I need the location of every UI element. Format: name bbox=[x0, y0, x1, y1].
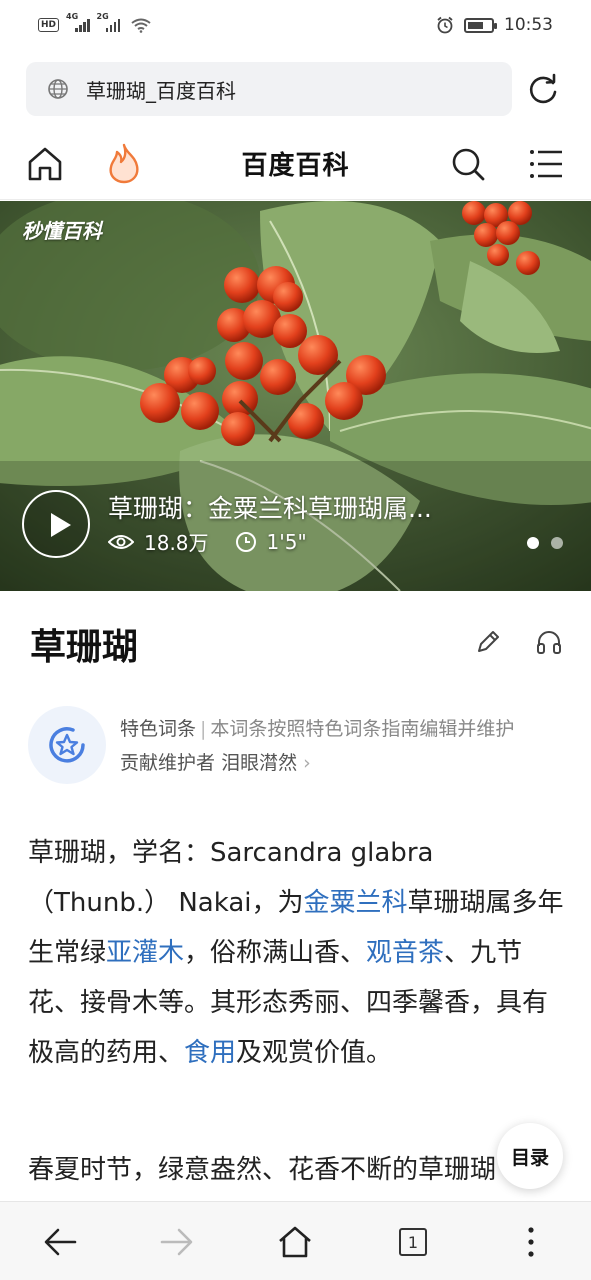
intro-text-5: 及观赏价值。 bbox=[236, 1038, 393, 1068]
toc-button[interactable]: 目录 bbox=[497, 1123, 563, 1189]
eye-icon bbox=[108, 534, 134, 549]
site-header: 百度百科 bbox=[0, 128, 591, 200]
video-title[interactable]: 草珊瑚：金粟兰科草珊瑚属... bbox=[108, 489, 488, 525]
tab-count: 1 bbox=[399, 1228, 427, 1256]
carousel-dot-2[interactable] bbox=[551, 537, 563, 549]
brand-watermark: 秒懂百科 bbox=[22, 219, 102, 243]
maintainer-name[interactable]: 泪眼潸然 bbox=[221, 752, 297, 774]
carousel-dot-1[interactable] bbox=[527, 537, 539, 549]
more-vertical-icon bbox=[528, 1227, 534, 1257]
signal-4g-icon: 4G bbox=[66, 12, 90, 32]
maintainer-line[interactable]: 贡献维护者 泪眼潸然 › bbox=[120, 748, 311, 775]
hd-badge: HD bbox=[38, 18, 60, 32]
search-icon[interactable] bbox=[450, 146, 486, 182]
video-duration: 1'5" bbox=[266, 529, 307, 554]
forward-button[interactable] bbox=[157, 1222, 197, 1262]
status-left: HD 4G 2G bbox=[38, 12, 152, 33]
status-time: 10:53 bbox=[504, 15, 553, 35]
play-button[interactable] bbox=[22, 490, 90, 558]
chevron-right-icon: › bbox=[303, 752, 311, 774]
link-yaguanmu[interactable]: 亚灌木 bbox=[106, 938, 184, 968]
network-2g-label: 2G bbox=[96, 12, 109, 21]
article-paragraph-2: 春夏时节，绿意盎然、花香不断的草珊瑚 bbox=[28, 1155, 497, 1185]
address-field[interactable]: 草珊瑚_百度百科 bbox=[26, 62, 512, 116]
hero-video[interactable]: 秒懂百科 草珊瑚：金粟兰科草珊瑚属... 18.8万 1'5" bbox=[0, 201, 591, 591]
site-title[interactable]: 百度百科 bbox=[0, 145, 591, 182]
view-count: 18.8万 bbox=[144, 531, 209, 555]
alarm-icon bbox=[437, 16, 453, 34]
article-intro: 草珊瑚，学名：Sarcandra glabra （Thunb.） Nakai，为… bbox=[28, 828, 568, 1078]
forward-arrow-icon bbox=[160, 1228, 193, 1256]
back-arrow-icon bbox=[44, 1228, 77, 1256]
link-guanyincha[interactable]: 观音茶 bbox=[366, 938, 444, 968]
featured-label: 特色词条 bbox=[120, 718, 197, 740]
article-title: 草珊瑚 bbox=[30, 627, 139, 668]
network-4g-label: 4G bbox=[66, 12, 79, 21]
link-jinsulanke[interactable]: 金粟兰科 bbox=[304, 888, 408, 918]
featured-badge bbox=[28, 706, 106, 784]
featured-entry: 特色词条 | 本词条按照特色词条指南编辑并维护 贡献维护者 泪眼潸然 › bbox=[28, 706, 568, 786]
featured-star-icon bbox=[49, 727, 85, 763]
clock-icon bbox=[235, 531, 256, 552]
browser-bottom-bar: 1 bbox=[0, 1201, 591, 1280]
globe-icon bbox=[48, 79, 68, 99]
video-meta: 18.8万 1'5" bbox=[108, 527, 307, 556]
status-bar: HD 4G 2G 10:53 bbox=[0, 0, 591, 50]
wifi-icon bbox=[131, 18, 151, 33]
carousel-dots bbox=[527, 537, 563, 549]
link-shiyong[interactable]: 食用 bbox=[184, 1038, 236, 1068]
menu-icon[interactable] bbox=[528, 147, 564, 181]
back-button[interactable] bbox=[40, 1222, 80, 1262]
more-button[interactable] bbox=[511, 1222, 551, 1262]
featured-line[interactable]: 特色词条 | 本词条按照特色词条指南编辑并维护 bbox=[120, 714, 514, 741]
maintainer-label: 贡献维护者 bbox=[120, 752, 216, 774]
status-right: 10:53 bbox=[436, 15, 553, 35]
intro-text-3: ，俗称满山香、 bbox=[184, 938, 367, 968]
home-nav-icon bbox=[279, 1226, 311, 1258]
reload-icon[interactable] bbox=[526, 73, 560, 107]
edit-pencil-icon[interactable] bbox=[474, 628, 502, 656]
featured-desc: 本词条按照特色词条指南编辑并维护 bbox=[210, 718, 515, 740]
tabs-button[interactable]: 1 bbox=[393, 1222, 433, 1262]
headphones-icon[interactable] bbox=[535, 628, 563, 656]
url-bar: 草珊瑚_百度百科 bbox=[0, 62, 591, 116]
signal-2g-icon: 2G bbox=[97, 12, 121, 32]
home-nav-button[interactable] bbox=[275, 1222, 315, 1262]
url-text: 草珊瑚_百度百科 bbox=[86, 78, 236, 103]
battery-icon bbox=[464, 17, 497, 33]
